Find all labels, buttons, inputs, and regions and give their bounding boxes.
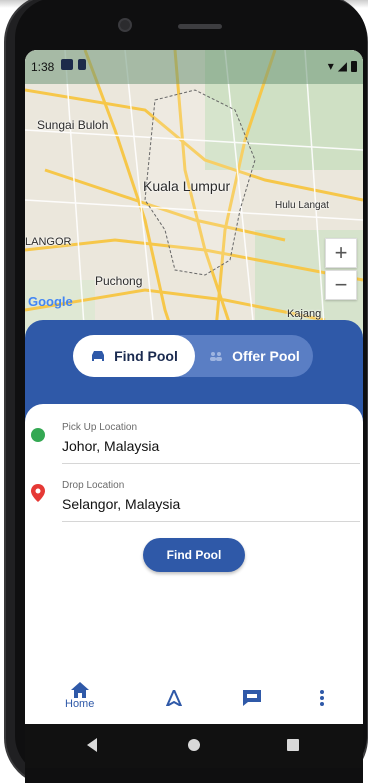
drop-value: Selangor, Malaysia <box>62 496 181 512</box>
notification-icon <box>61 59 73 70</box>
google-logo: Google <box>28 294 73 309</box>
drop-location-field[interactable]: Drop Location Selangor, Malaysia <box>62 468 360 522</box>
status-system-icons: ▾ ◢ <box>328 59 357 73</box>
app-screen: 1:38 ▾ ◢ Sungai Buloh Kuala Lumpur Hulu … <box>25 50 363 725</box>
back-icon[interactable] <box>87 738 97 752</box>
nav-more[interactable] <box>319 690 325 706</box>
recents-icon[interactable] <box>287 739 299 751</box>
status-time: 1:38 <box>31 60 55 74</box>
drop-label: Drop Location <box>62 480 125 491</box>
chat-icon <box>243 690 261 706</box>
location-pin-icon <box>31 484 45 502</box>
system-nav-bar <box>25 724 363 768</box>
bottom-nav: Home <box>25 676 363 725</box>
pickup-location-field[interactable]: Pick Up Location Johor, Malaysia <box>62 410 360 464</box>
pickup-label: Pick Up Location <box>62 422 138 433</box>
nav-home[interactable]: Home <box>65 682 94 710</box>
nav-messages[interactable] <box>243 690 261 706</box>
more-vert-icon <box>320 690 324 706</box>
pickup-value: Johor, Malaysia <box>62 438 160 454</box>
car-icon <box>92 351 105 361</box>
map-label-kajang: Kajang <box>287 308 322 320</box>
nav-navigate[interactable] <box>166 690 182 706</box>
map-view[interactable]: 1:38 ▾ ◢ Sungai Buloh Kuala Lumpur Hulu … <box>25 50 363 340</box>
pickup-dot-icon <box>31 428 45 442</box>
map-roads <box>25 50 363 340</box>
pool-mode-toggle: Find Pool Offer Pool <box>73 335 313 377</box>
zoom-in-button[interactable]: + <box>325 238 357 268</box>
phone-bottom-bezel <box>25 768 363 783</box>
front-camera <box>118 18 132 32</box>
map-label-kuala-lumpur: Kuala Lumpur <box>143 178 231 194</box>
people-icon <box>210 352 223 361</box>
zoom-out-button[interactable]: − <box>325 270 357 300</box>
nav-home-label: Home <box>65 698 95 710</box>
status-bar: 1:38 ▾ ◢ <box>25 50 363 84</box>
tab-find-pool-label: Find Pool <box>114 348 178 364</box>
map-label-puchong: Puchong <box>95 274 143 288</box>
find-pool-button[interactable]: Find Pool <box>143 538 245 572</box>
navigation-icon <box>166 690 182 706</box>
tab-find-pool[interactable]: Find Pool <box>73 335 195 377</box>
map-label-sungai-buloh: Sungai Buloh <box>37 118 109 132</box>
map-label-selangor: LANGOR <box>25 236 72 248</box>
map-label-hulu-langat: Hulu Langat <box>275 200 329 211</box>
sd-card-icon <box>78 59 86 70</box>
wifi-icon: ▾ <box>327 59 334 73</box>
home-icon <box>70 682 89 698</box>
status-notification-icons <box>61 59 86 70</box>
tab-offer-pool-label: Offer Pool <box>232 348 300 364</box>
home-circle-icon[interactable] <box>188 739 200 751</box>
battery-icon <box>351 60 357 72</box>
speaker-grille <box>178 24 222 29</box>
tab-offer-pool[interactable]: Offer Pool <box>195 335 313 377</box>
signal-icon: ◢ <box>337 59 347 73</box>
